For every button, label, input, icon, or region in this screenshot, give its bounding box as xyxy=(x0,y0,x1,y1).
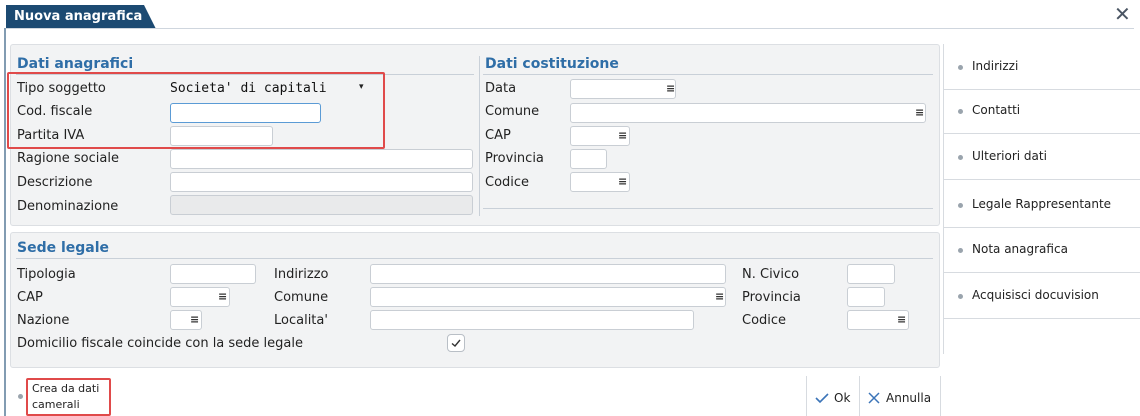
check-icon xyxy=(815,393,829,404)
provincia-label: Provincia xyxy=(485,151,544,166)
side-menu-item-ulteriori-dati[interactable]: Ulteriori dati xyxy=(944,136,1140,180)
lines-menu-icon[interactable]: ≡ xyxy=(715,287,724,307)
side-menu-label: Ulteriori dati xyxy=(972,149,1047,163)
annulla-label: Annulla xyxy=(886,391,932,405)
side-menu-label: Indirizzi xyxy=(972,59,1019,73)
side-menu-item-acquisisci-docuvision[interactable]: Acquisisci docuvision xyxy=(944,275,1140,319)
lines-menu-icon[interactable]: ≡ xyxy=(618,172,627,192)
domicilio-label: Domicilio fiscale coincide con la sede l… xyxy=(17,336,303,351)
indirizzo-label: Indirizzo xyxy=(274,267,329,282)
section-divider xyxy=(483,74,933,75)
descrizione-input[interactable] xyxy=(170,172,473,192)
sede-comune-input[interactable] xyxy=(370,287,726,307)
sede-cap-label: CAP xyxy=(17,290,43,305)
sede-provincia-label: Provincia xyxy=(742,290,801,305)
indirizzo-input[interactable] xyxy=(370,264,726,284)
side-menu-label: Contatti xyxy=(972,103,1021,117)
ragione-sociale-label: Ragione sociale xyxy=(17,151,119,166)
side-menu-label: Acquisisci docuvision xyxy=(972,288,1099,302)
tipologia-label: Tipologia xyxy=(17,267,76,282)
window-title: Nuova anagrafica xyxy=(14,9,143,24)
costituzione-bottom-divider xyxy=(483,208,933,209)
side-menu-item-indirizzi[interactable]: Indirizzi xyxy=(944,46,1140,90)
sede-codice-label: Codice xyxy=(742,313,787,328)
highlight-box-anagrafici xyxy=(7,72,385,149)
annulla-button[interactable]: Annulla xyxy=(864,381,938,415)
domicilio-checkbox[interactable] xyxy=(447,334,465,352)
lines-menu-icon[interactable]: ≡ xyxy=(915,103,924,123)
side-menu-item-contatti[interactable]: Contatti xyxy=(944,90,1140,134)
cap-label: CAP xyxy=(485,128,511,143)
ragione-sociale-input[interactable] xyxy=(170,149,473,169)
ok-button[interactable]: Ok xyxy=(812,381,856,415)
n-civico-label: N. Civico xyxy=(742,267,800,282)
window-title-tab: Nuova anagrafica xyxy=(6,5,156,29)
bullet-icon xyxy=(958,294,963,299)
sede-provincia-input[interactable] xyxy=(847,287,885,307)
section-title-dati-costituzione: Dati costituzione xyxy=(485,56,619,72)
n-civico-input[interactable] xyxy=(847,264,895,284)
denominazione-label: Denominazione xyxy=(17,199,119,214)
window-left-edge xyxy=(4,28,6,416)
close-icon xyxy=(868,392,880,404)
button-separator xyxy=(940,376,941,416)
lines-menu-icon[interactable]: ≡ xyxy=(666,79,675,99)
side-menu-label: Legale Rappresentante xyxy=(972,197,1112,211)
descrizione-label: Descrizione xyxy=(17,175,93,190)
localita-input[interactable] xyxy=(370,310,694,330)
lines-menu-icon[interactable]: ≡ xyxy=(190,310,199,330)
denominazione-input xyxy=(170,195,473,215)
bullet-icon xyxy=(958,155,963,160)
side-menu-item-nota-anagrafica[interactable]: Nota anagrafica xyxy=(944,229,1140,273)
lines-menu-icon[interactable]: ≡ xyxy=(618,126,627,146)
bullet-icon xyxy=(958,65,963,70)
ok-label: Ok xyxy=(834,391,851,405)
side-menu-label: Nota anagrafica xyxy=(972,242,1068,256)
highlight-box-crea xyxy=(26,378,111,416)
button-separator xyxy=(806,376,807,416)
sede-comune-label: Comune xyxy=(274,290,329,305)
nazione-label: Nazione xyxy=(17,313,70,328)
section-title-sede-legale: Sede legale xyxy=(17,240,110,256)
bullet-icon xyxy=(18,394,23,399)
localita-label: Localita' xyxy=(274,313,328,328)
check-icon xyxy=(451,339,461,347)
data-label: Data xyxy=(485,81,517,96)
bullet-icon xyxy=(958,109,963,114)
lines-menu-icon[interactable]: ≡ xyxy=(897,310,906,330)
section-divider xyxy=(16,258,933,259)
comune-label: Comune xyxy=(485,104,540,119)
bullet-icon xyxy=(958,248,963,253)
column-divider xyxy=(479,56,480,216)
lines-menu-icon[interactable]: ≡ xyxy=(218,287,227,307)
tipologia-input[interactable] xyxy=(170,264,256,284)
side-menu-item-legale-rappresentante[interactable]: Legale Rappresentante xyxy=(944,184,1140,228)
comune-input[interactable] xyxy=(570,103,926,123)
provincia-input[interactable] xyxy=(570,149,607,169)
codice-label: Codice xyxy=(485,175,530,190)
data-input[interactable] xyxy=(570,79,676,99)
close-icon[interactable]: ✕ xyxy=(1114,4,1131,24)
title-divider xyxy=(6,28,1134,29)
button-separator xyxy=(859,376,860,416)
section-title-dati-anagrafici: Dati anagrafici xyxy=(17,56,134,72)
bullet-icon xyxy=(958,203,963,208)
